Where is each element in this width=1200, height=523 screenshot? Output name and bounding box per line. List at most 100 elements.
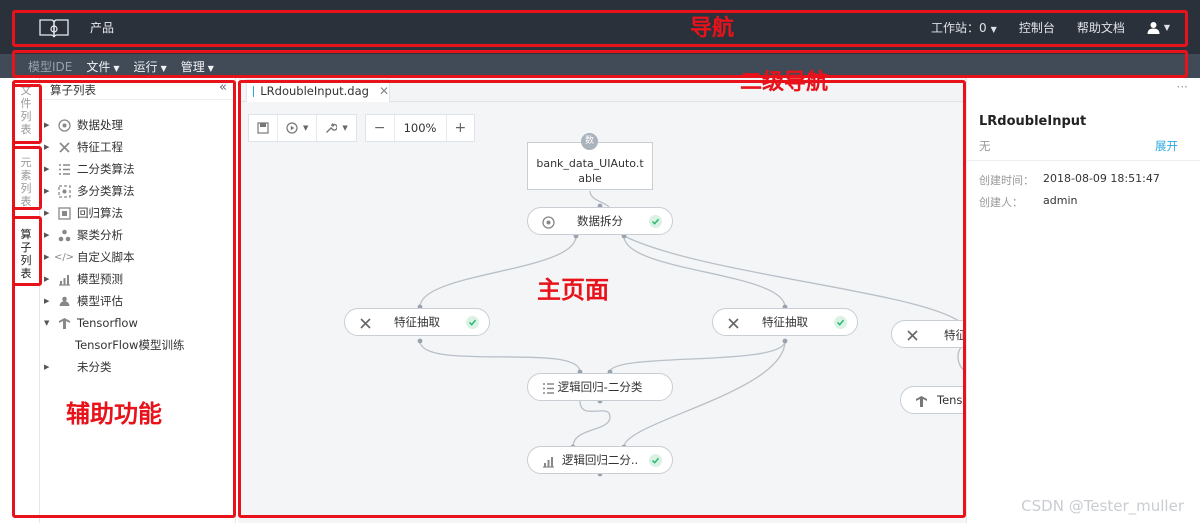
- tree-item-regression[interactable]: ▶ 回归算法: [44, 203, 123, 223]
- expand-arrow-icon: ▶: [44, 253, 50, 261]
- workstation-label: 工作站：0: [931, 21, 987, 35]
- annotation-label-nav: 导航: [690, 16, 735, 41]
- secondary-navigation-bar: 模型IDE 文件 ▼ 运行 ▼ 管理 ▼: [0, 54, 1200, 78]
- divider: [967, 160, 1200, 161]
- tree-item-label: 模型评估: [77, 294, 123, 308]
- tree-item-tensorflow-training[interactable]: TensorFlow模型训练: [75, 335, 184, 355]
- tree-item-model-prediction[interactable]: ▶ 模型预测: [44, 269, 123, 289]
- tree-item-label: 特征工程: [77, 140, 123, 154]
- dag-node-tensorflow[interactable]: Tenso: [900, 386, 966, 414]
- tools-button[interactable]: ▼: [317, 115, 355, 141]
- caret-down-icon: ▼: [113, 63, 120, 73]
- tree-item-label: 自定义脚本: [77, 250, 135, 264]
- rail-tab-file-list[interactable]: 文件列表: [16, 84, 36, 136]
- tree-item-binary-classification[interactable]: ▶ 二分类算法: [44, 159, 135, 179]
- more-options-icon[interactable]: ···: [1177, 80, 1188, 94]
- tree-item-label: TensorFlow模型训练: [75, 338, 185, 352]
- success-check-icon: [649, 215, 662, 228]
- code-icon: </>: [53, 251, 75, 263]
- wrench-icon: [326, 123, 338, 133]
- bar-chart-icon: [57, 272, 71, 286]
- save-button[interactable]: [249, 115, 278, 141]
- dag-file-icon: [253, 85, 255, 97]
- file-menu-label: 文件: [86, 59, 111, 74]
- collapse-arrow-icon: ▼: [44, 319, 50, 327]
- user-menu[interactable]: ▼: [1147, 19, 1170, 36]
- dag-node-feature-extraction-1[interactable]: 特征抽取: [344, 308, 490, 336]
- file-menu[interactable]: 文件 ▼: [86, 58, 119, 75]
- regression-icon: [57, 206, 71, 220]
- dag-title: LRdoubleInput: [979, 114, 1087, 129]
- left-rail: 文件列表 元素列表 算子列表: [0, 78, 40, 523]
- caret-down-icon: ▼: [207, 63, 214, 73]
- run-menu-label: 运行: [133, 59, 158, 74]
- multi-class-icon: [57, 184, 71, 198]
- tree-item-model-evaluation[interactable]: ▶ 模型评估: [44, 291, 123, 311]
- annotation-label-main: 主页面: [537, 276, 609, 304]
- collapse-panel-icon[interactable]: «: [219, 80, 227, 95]
- properties-panel: ··· LRdoubleInput 无 展开 创建时间： 2018-08-09 …: [966, 78, 1200, 523]
- rail-tab-element-list[interactable]: 元素列表: [16, 156, 36, 208]
- console-link[interactable]: 控制台: [1019, 19, 1055, 36]
- list-icon: [57, 162, 71, 176]
- dag-node-logistic-regression-1[interactable]: 逻辑回归-二分类: [527, 373, 673, 401]
- dag-description: 无: [979, 139, 991, 153]
- tree-item-data-processing[interactable]: ▶ 数据处理: [44, 115, 123, 135]
- expand-arrow-icon: ▶: [44, 209, 50, 217]
- tree-item-uncategorized[interactable]: ▶ 未分类: [44, 357, 112, 377]
- tree-item-feature-engineering[interactable]: ▶ 特征工程: [44, 137, 123, 157]
- caret-down-icon: ▼: [990, 25, 997, 34]
- zoom-level: 100%: [395, 115, 447, 141]
- zoom-in-button[interactable]: +: [447, 115, 475, 141]
- expand-arrow-icon: ▶: [44, 187, 50, 195]
- tree-item-label: 二分类算法: [77, 162, 135, 176]
- run-menu[interactable]: 运行 ▼: [134, 58, 167, 75]
- close-tab-icon[interactable]: ✕: [379, 84, 389, 98]
- dag-node-feature-extraction-2[interactable]: 特征抽取: [712, 308, 858, 336]
- dag-node-feature-extraction-3[interactable]: 特征: [891, 320, 966, 348]
- dag-node-logistic-regression-2[interactable]: 逻辑回归二分..: [527, 446, 673, 474]
- user-icon: [1147, 22, 1160, 34]
- expand-link[interactable]: 展开: [1155, 138, 1178, 154]
- tensorflow-icon: [913, 393, 929, 409]
- expand-arrow-icon: ▶: [44, 231, 50, 239]
- created-time-value: 2018-08-09 18:51:47: [1043, 172, 1160, 185]
- save-icon: [257, 122, 269, 134]
- evaluate-icon: [57, 294, 71, 308]
- expand-arrow-icon: ▶: [44, 363, 50, 371]
- creator-value: admin: [1043, 194, 1078, 207]
- caret-down-icon: ▼: [303, 124, 309, 132]
- creator-label: 创建人：: [979, 196, 1023, 209]
- tree-item-clustering[interactable]: ▶ 聚类分析: [44, 225, 123, 245]
- run-button[interactable]: ▼: [278, 115, 318, 141]
- dag-node-data-split[interactable]: 数据拆分: [527, 207, 673, 235]
- created-time-label: 创建时间：: [979, 174, 1034, 187]
- success-check-icon: [649, 454, 662, 467]
- tab-label: LRdoubleInput.dag: [260, 84, 369, 98]
- top-navigation-bar: 产品 工作站：0 ▼ 控制台 帮助文档 ▼: [0, 0, 1200, 54]
- model-ide-label[interactable]: 模型IDE: [28, 58, 72, 75]
- manage-menu-label: 管理: [180, 59, 205, 74]
- play-circle-icon: [286, 122, 298, 134]
- tree-item-label: Tensorflow: [77, 316, 138, 330]
- workstation-dropdown[interactable]: 工作站：0 ▼: [931, 19, 997, 36]
- blank-icon: [57, 360, 71, 374]
- rail-tab-operator-list[interactable]: 算子列表: [16, 228, 36, 280]
- tree-item-multi-classification[interactable]: ▶ 多分类算法: [44, 181, 135, 201]
- manage-menu[interactable]: 管理 ▼: [181, 58, 214, 75]
- expand-arrow-icon: ▶: [44, 143, 50, 151]
- dag-canvas[interactable]: ▼ ▼ − 100% + bank_data_UIAuto.table 数 数据…: [238, 102, 966, 523]
- caret-down-icon: ▼: [342, 124, 348, 132]
- help-docs-link[interactable]: 帮助文档: [1077, 19, 1125, 36]
- tree-item-custom-script[interactable]: ▶ </> 自定义脚本: [44, 247, 135, 267]
- tree-item-label: 模型预测: [77, 272, 123, 286]
- panel-title: 算子列表: [50, 83, 96, 97]
- expand-arrow-icon: ▶: [44, 297, 50, 305]
- tab-dag-file[interactable]: LRdoubleInput.dag ✕: [246, 79, 390, 102]
- editor-tab-bar: LRdoubleInput.dag ✕: [238, 78, 966, 102]
- expand-arrow-icon: ▶: [44, 121, 50, 129]
- book-logo-icon[interactable]: [38, 17, 70, 39]
- zoom-out-button[interactable]: −: [366, 115, 395, 141]
- tree-item-tensorflow[interactable]: ▼ Tensorflow: [44, 313, 138, 333]
- product-menu[interactable]: 产品: [90, 19, 114, 36]
